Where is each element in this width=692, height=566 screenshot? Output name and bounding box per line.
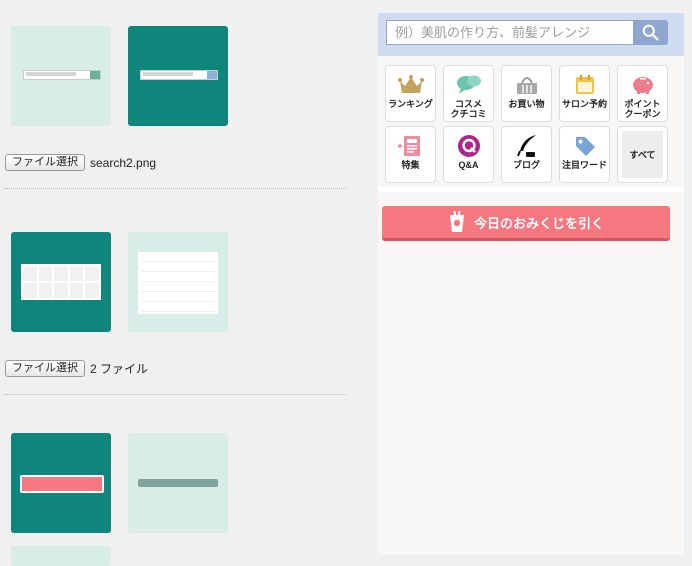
selected-file-name: 2 ファイル [90, 362, 149, 376]
file-select-button[interactable]: ファイル選択 [5, 360, 85, 377]
file-select-button[interactable]: ファイル選択 [5, 154, 85, 171]
menu-item-label: すべて [622, 131, 663, 178]
speech-bubbles-icon [456, 75, 481, 94]
menu-item-qa[interactable]: Q&A [443, 126, 494, 183]
q-icon [457, 134, 480, 157]
mini-search-bar [23, 70, 101, 80]
preview-search-dark [128, 26, 228, 126]
menu-item-point-coupon[interactable]: ポイント クーポン [617, 65, 668, 122]
preview-omikuji-button [11, 433, 111, 533]
file-upload-row: ファイル選択 2 ファイル [5, 360, 148, 377]
mini-menu-list [138, 252, 218, 314]
selected-file-name: search2.png [90, 155, 157, 170]
mini-omikuji-button [20, 475, 104, 493]
search-box [386, 20, 633, 45]
preview-menu-grid [11, 232, 111, 332]
section-divider [4, 394, 346, 395]
basket-icon [516, 76, 537, 94]
mini-gray-button [138, 479, 218, 487]
mobile-preview-panel: ランキング コスメ クチコミ お買い物 サロン予約 [378, 13, 684, 555]
calendar-icon [575, 74, 594, 94]
menu-item-label: 特集 [401, 160, 420, 170]
menu-item-label: ブログ [512, 160, 540, 170]
piggy-bank-icon [632, 76, 653, 94]
search-area [378, 13, 684, 56]
menu-item-label: ポイント クーポン [624, 99, 661, 119]
search-input[interactable] [387, 21, 633, 44]
menu-item-cosme-review[interactable]: コスメ クチコミ [443, 65, 494, 122]
menu-item-label: コスメ クチコミ [450, 99, 487, 119]
menu-item-shopping[interactable]: お買い物 [501, 65, 552, 122]
section-divider [4, 188, 346, 189]
menu-item-hot-words[interactable]: 注目ワード [559, 126, 610, 183]
menu-item-salon-booking[interactable]: サロン予約 [559, 65, 610, 122]
menu-item-label: 注目ワード [561, 160, 607, 170]
menu-item-label: お買い物 [508, 99, 545, 109]
menu-item-all[interactable]: すべて [617, 126, 668, 183]
omikuji-cylinder-icon [449, 211, 464, 232]
mini-menu-grid [21, 264, 101, 300]
search-icon [642, 24, 659, 41]
panel-divider [378, 187, 684, 192]
preview-search-light [11, 26, 111, 126]
crown-icon [397, 74, 424, 93]
mini-search-bar [140, 70, 218, 80]
menu-item-label: サロン予約 [561, 99, 607, 109]
tag-icon [575, 136, 595, 156]
omikuji-button[interactable]: 今日のおみくじを引く [382, 206, 670, 241]
search-button[interactable] [633, 20, 668, 45]
omikuji-label: 今日のおみくじを引く [473, 215, 604, 231]
quill-pen-icon [516, 134, 536, 157]
file-upload-row: ファイル選択 search2.png [5, 154, 156, 171]
preview-next [11, 546, 111, 566]
newspaper-icon [396, 135, 420, 156]
preview-menu-list [128, 232, 228, 332]
preview-gray-button [128, 433, 228, 533]
menu-item-ranking[interactable]: ランキング [385, 65, 436, 122]
menu-item-blog[interactable]: ブログ [501, 126, 552, 183]
menu-item-feature[interactable]: 特集 [385, 126, 436, 183]
category-menu: ランキング コスメ クチコミ お買い物 サロン予約 ポイント クーポン 特集 Q… [385, 65, 680, 183]
menu-item-label: Q&A [458, 160, 479, 170]
menu-item-label: ランキング [388, 99, 433, 109]
